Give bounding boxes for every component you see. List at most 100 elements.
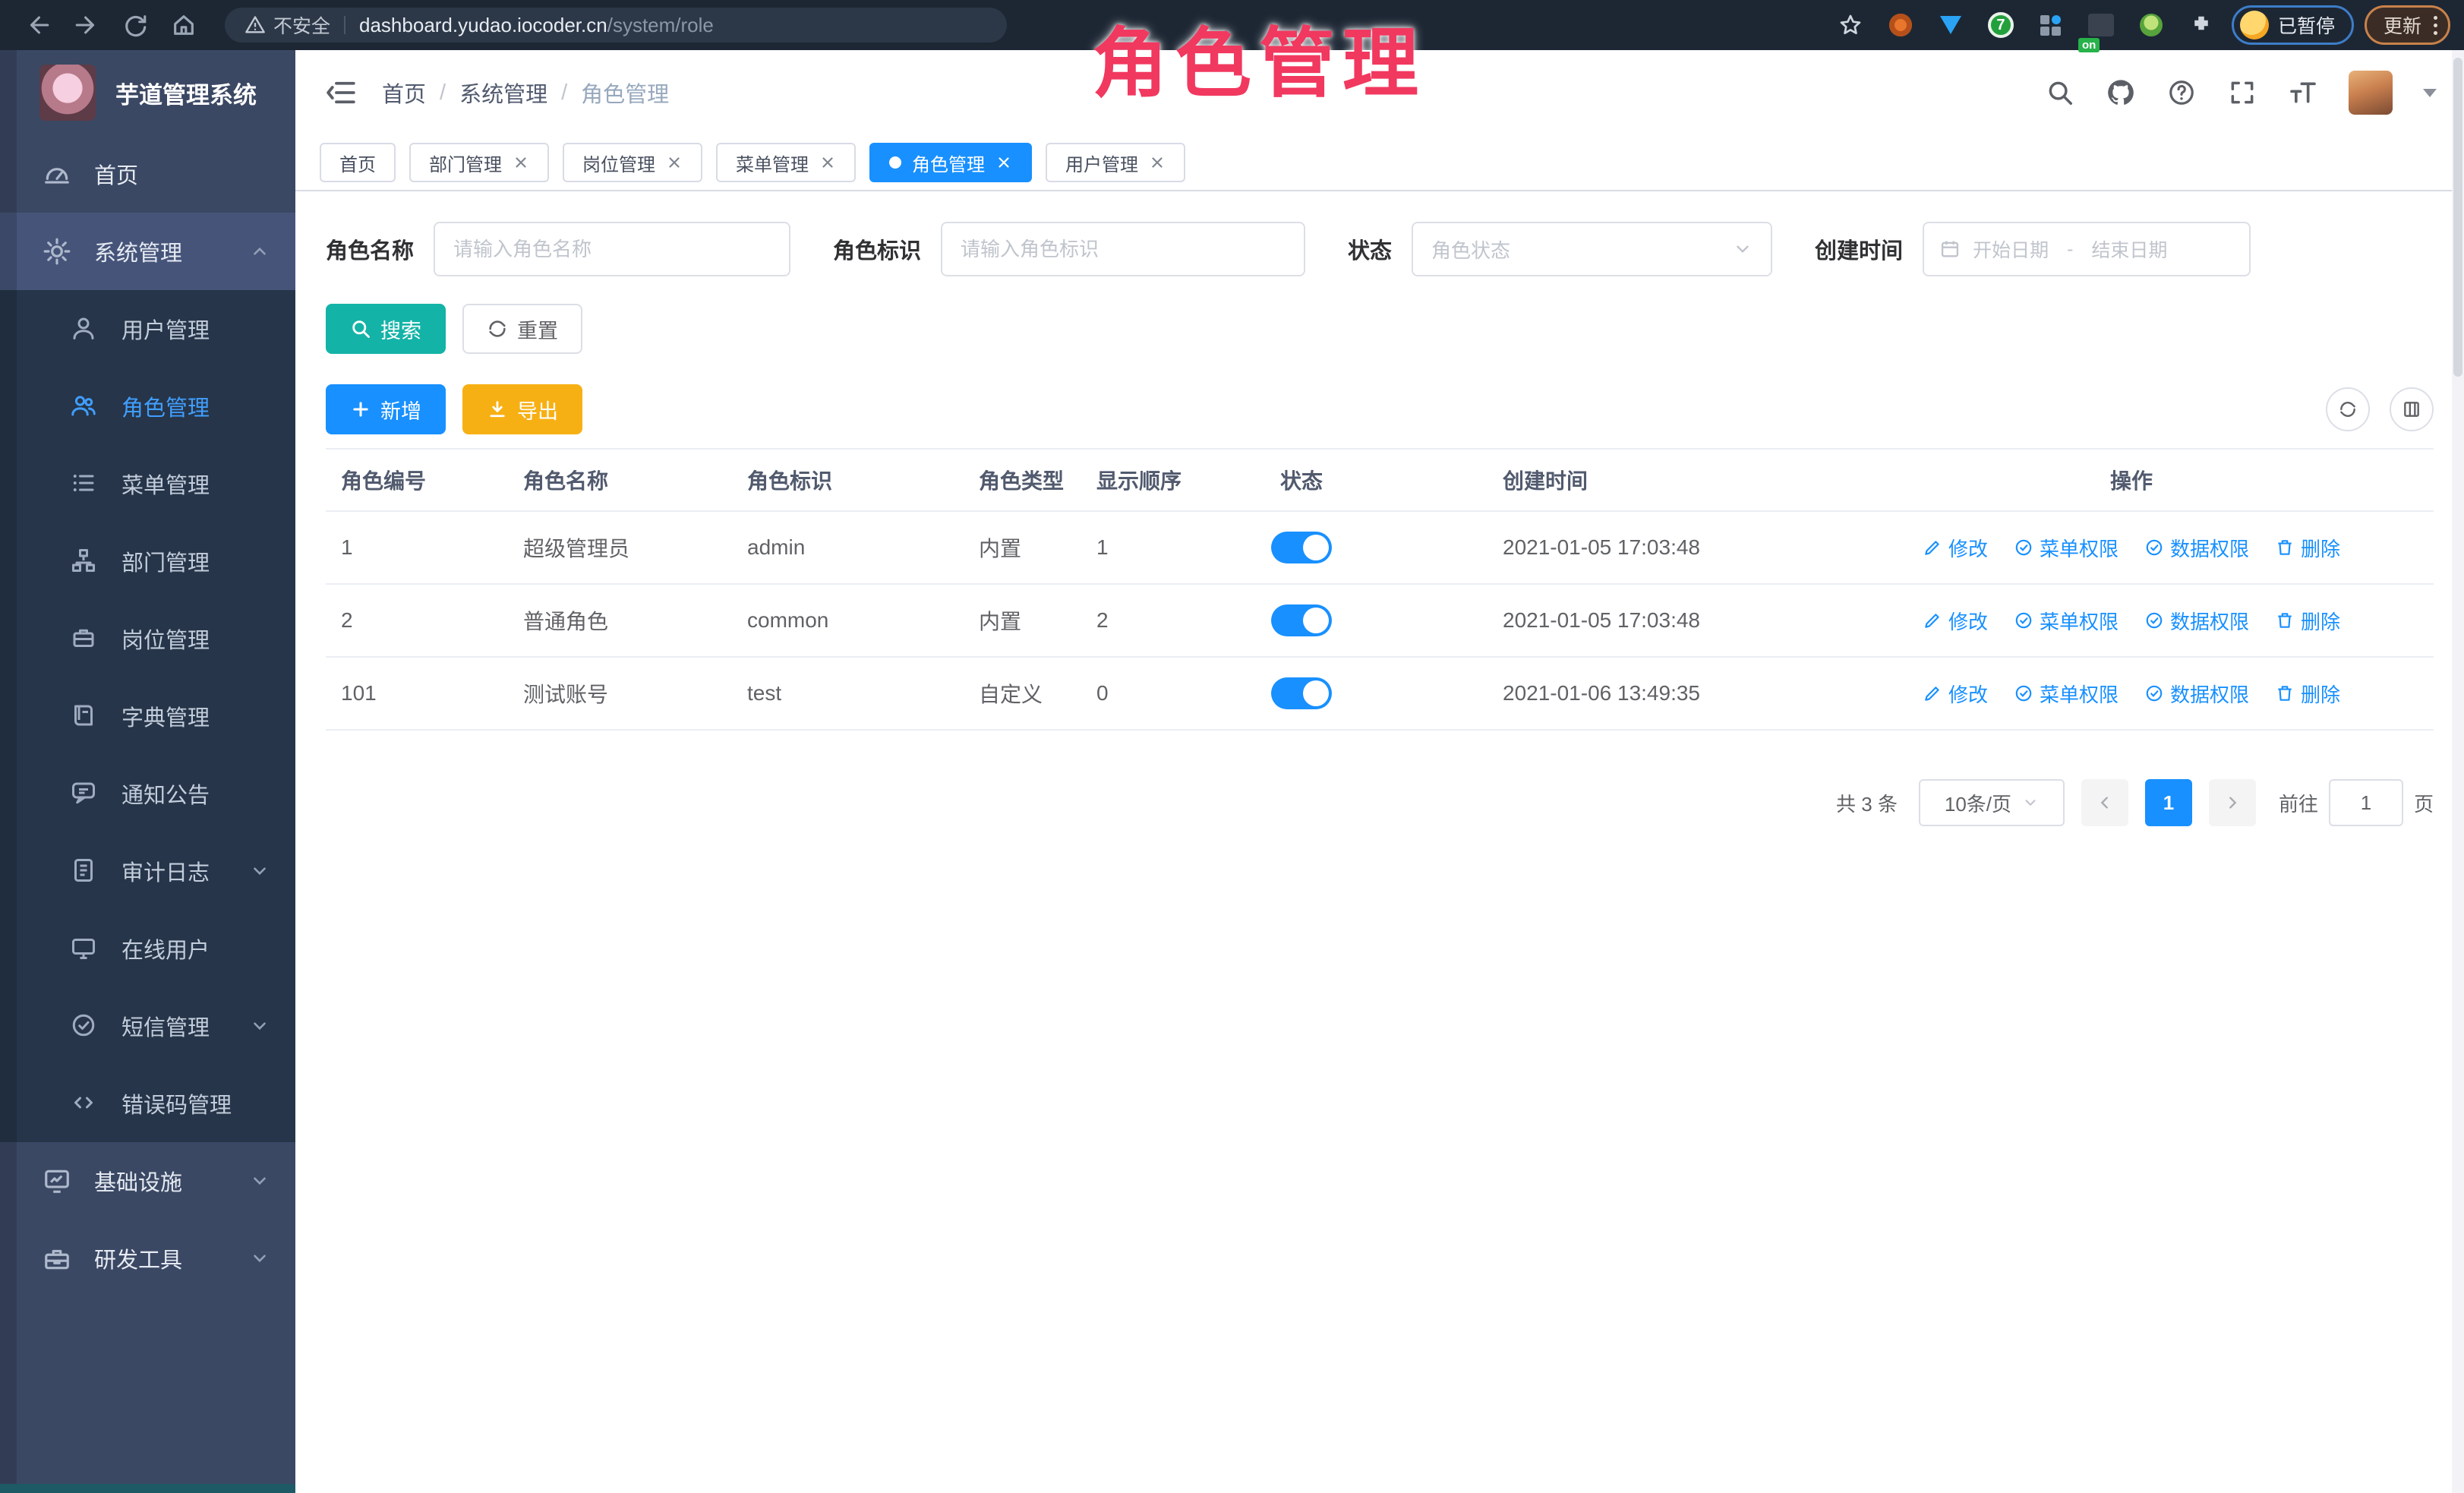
check-circle-icon bbox=[2014, 538, 2033, 557]
prev-page-button[interactable] bbox=[2081, 779, 2128, 826]
menu-permission-action[interactable]: 菜单权限 bbox=[2014, 607, 2119, 635]
fullscreen-icon[interactable] bbox=[2227, 77, 2257, 108]
data-permission-action[interactable]: 数据权限 bbox=[2144, 534, 2249, 562]
profile-paused-chip[interactable]: 已暂停 bbox=[2232, 5, 2354, 45]
sidebar-item-posts[interactable]: 岗位管理 bbox=[0, 600, 295, 677]
sidebar-item-notices[interactable]: 通知公告 bbox=[0, 755, 295, 832]
edit-action[interactable]: 修改 bbox=[1923, 607, 1988, 635]
sidebar-item-infrastructure[interactable]: 基础设施 bbox=[0, 1142, 295, 1220]
extension-grid-icon[interactable] bbox=[2031, 5, 2071, 45]
user-avatar[interactable] bbox=[2349, 71, 2393, 115]
back-icon[interactable] bbox=[14, 5, 62, 45]
sidebar-item-system[interactable]: 系统管理 bbox=[0, 213, 295, 290]
close-icon[interactable] bbox=[666, 154, 683, 171]
refresh-table-button[interactable] bbox=[2326, 387, 2370, 431]
page-number-active[interactable]: 1 bbox=[2145, 779, 2192, 826]
sidebar-item-dev-tools[interactable]: 研发工具 bbox=[0, 1220, 295, 1297]
role-code-input[interactable] bbox=[941, 222, 1305, 276]
avatar-caret-icon[interactable] bbox=[2423, 89, 2437, 97]
delete-action[interactable]: 删除 bbox=[2275, 534, 2340, 562]
tag-roles-active[interactable]: 角色管理 bbox=[869, 143, 1032, 182]
data-permission-action[interactable]: 数据权限 bbox=[2144, 680, 2249, 708]
tag-departments[interactable]: 部门管理 bbox=[409, 143, 549, 182]
date-range-picker[interactable]: 开始日期 - 结束日期 bbox=[1923, 222, 2251, 276]
tag-menus[interactable]: 菜单管理 bbox=[716, 143, 856, 182]
role-sort: 0 bbox=[1081, 681, 1237, 705]
sidebar-fold-icon[interactable] bbox=[323, 74, 361, 112]
bookmark-star-icon[interactable] bbox=[1831, 5, 1870, 45]
sidebar-item-error-codes[interactable]: 错误码管理 bbox=[0, 1065, 295, 1142]
sidebar-item-menus[interactable]: 菜单管理 bbox=[0, 445, 295, 522]
data-permission-action[interactable]: 数据权限 bbox=[2144, 607, 2249, 635]
tag-users[interactable]: 用户管理 bbox=[1046, 143, 1185, 182]
reset-button[interactable]: 重置 bbox=[462, 304, 582, 354]
tag-home[interactable]: 首页 bbox=[320, 143, 396, 182]
extension-orange-icon[interactable] bbox=[1881, 5, 1920, 45]
app-logo[interactable]: 芋道管理系统 bbox=[0, 50, 295, 135]
col-header: 操作 bbox=[1829, 465, 2434, 495]
sidebar-item-users[interactable]: 用户管理 bbox=[0, 290, 295, 368]
role-name-input[interactable] bbox=[434, 222, 790, 276]
breadcrumb-home[interactable]: 首页 bbox=[382, 77, 426, 109]
sidebar-item-home[interactable]: 首页 bbox=[0, 135, 295, 213]
add-button[interactable]: 新增 bbox=[326, 384, 446, 434]
search-button[interactable]: 搜索 bbox=[326, 304, 446, 354]
total-count: 共 3 条 bbox=[1836, 789, 1898, 817]
tag-posts[interactable]: 岗位管理 bbox=[563, 143, 702, 182]
paused-label: 已暂停 bbox=[2278, 11, 2335, 39]
menu-permission-action[interactable]: 菜单权限 bbox=[2014, 680, 2119, 708]
browser-menu-icon[interactable] bbox=[2434, 16, 2437, 35]
update-button[interactable]: 更新 bbox=[2365, 5, 2450, 45]
sidebar-item-dictionary[interactable]: 字典管理 bbox=[0, 677, 295, 755]
role-name: 普通角色 bbox=[508, 605, 732, 636]
github-icon[interactable] bbox=[2106, 77, 2136, 108]
toolbox-icon bbox=[43, 1244, 71, 1273]
close-icon[interactable] bbox=[1149, 154, 1166, 171]
active-dot bbox=[889, 156, 901, 169]
menu-permission-action[interactable]: 菜单权限 bbox=[2014, 534, 2119, 562]
breadcrumb-system[interactable]: 系统管理 bbox=[459, 77, 547, 109]
sidebar-item-sms[interactable]: 短信管理 bbox=[0, 987, 295, 1065]
extension-green-badge-icon[interactable]: 7 bbox=[1981, 5, 2021, 45]
page-size-select[interactable]: 10条/页 bbox=[1919, 779, 2065, 826]
sidebar-item-audit-log[interactable]: 审计日志 bbox=[0, 832, 295, 910]
delete-action[interactable]: 删除 bbox=[2275, 607, 2340, 635]
close-icon[interactable] bbox=[819, 154, 836, 171]
extension-monkey-icon[interactable] bbox=[2131, 5, 2171, 45]
edit-action[interactable]: 修改 bbox=[1923, 680, 1988, 708]
announcement-icon bbox=[70, 779, 99, 808]
role-name: 超级管理员 bbox=[508, 532, 732, 563]
status-toggle[interactable] bbox=[1271, 604, 1332, 636]
chevron-down-icon bbox=[250, 1171, 270, 1191]
forward-icon[interactable] bbox=[62, 5, 111, 45]
scrollbar-thumb[interactable] bbox=[2453, 58, 2462, 377]
column-settings-button[interactable] bbox=[2390, 387, 2434, 431]
security-label[interactable]: 不安全 bbox=[273, 11, 330, 39]
extension-gem-icon[interactable] bbox=[1931, 5, 1970, 45]
sidebar-item-departments[interactable]: 部门管理 bbox=[0, 522, 295, 600]
sidebar-item-online-users[interactable]: 在线用户 bbox=[0, 910, 295, 987]
delete-action[interactable]: 删除 bbox=[2275, 680, 2340, 708]
close-icon[interactable] bbox=[513, 154, 529, 171]
page-scrollbar[interactable] bbox=[2452, 50, 2464, 1493]
reload-icon[interactable] bbox=[111, 5, 159, 45]
search-icon[interactable] bbox=[2045, 77, 2075, 108]
close-icon[interactable] bbox=[995, 154, 1012, 171]
home-icon[interactable] bbox=[159, 5, 208, 45]
extension-dark-icon[interactable]: on bbox=[2081, 5, 2121, 45]
refresh-icon bbox=[487, 318, 508, 339]
address-bar[interactable]: 不安全 dashboard.yudao.iocoder.cn/system/ro… bbox=[225, 8, 1007, 43]
export-button[interactable]: 导出 bbox=[462, 384, 582, 434]
extensions-puzzle-icon[interactable] bbox=[2182, 5, 2221, 45]
status-select[interactable]: 角色状态 bbox=[1412, 222, 1772, 276]
status-toggle[interactable] bbox=[1271, 532, 1332, 563]
status-toggle[interactable] bbox=[1271, 677, 1332, 709]
sidebar-item-roles[interactable]: 角色管理 bbox=[0, 368, 295, 445]
next-page-button[interactable] bbox=[2209, 779, 2256, 826]
edit-action[interactable]: 修改 bbox=[1923, 534, 1988, 562]
url-text[interactable]: dashboard.yudao.iocoder.cn/system/role bbox=[359, 14, 714, 37]
check-circle-icon bbox=[2014, 683, 2033, 703]
font-size-icon[interactable] bbox=[2288, 77, 2318, 108]
page-jumper-input[interactable] bbox=[2329, 779, 2403, 826]
help-icon[interactable] bbox=[2166, 77, 2197, 108]
